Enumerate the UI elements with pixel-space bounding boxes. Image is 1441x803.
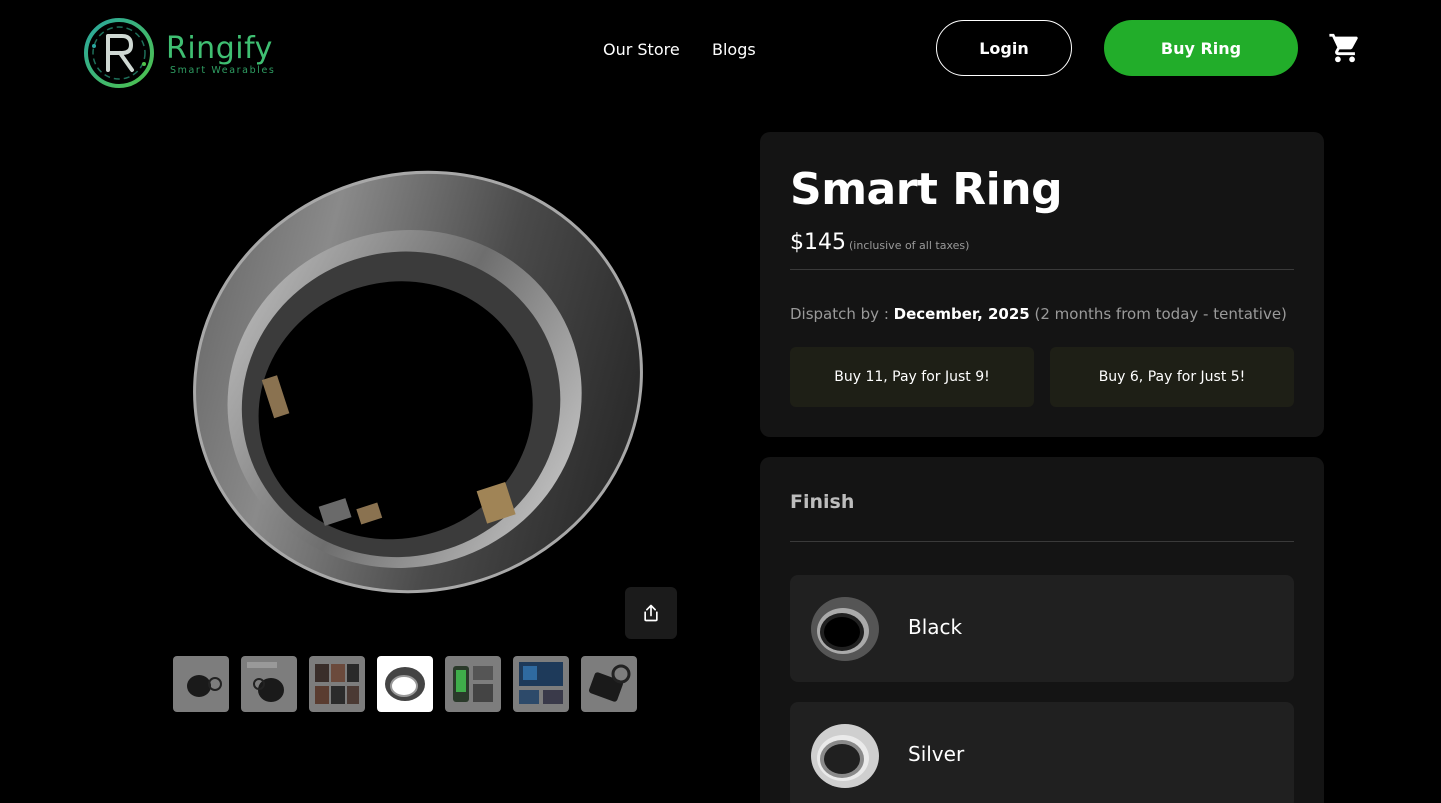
thumbnail-3[interactable]	[309, 656, 365, 712]
thumbnail-image	[453, 666, 493, 702]
finish-label-black: Black	[908, 615, 963, 639]
cart-icon[interactable]	[1328, 31, 1362, 65]
nav-blogs[interactable]: Blogs	[712, 40, 756, 59]
thumbnail-image	[315, 664, 359, 704]
offer-buy-6[interactable]: Buy 6, Pay for Just 5!	[1050, 347, 1294, 407]
brand-tagline: Smart Wearables	[170, 65, 276, 76]
silver-ring-swatch	[811, 724, 879, 788]
thumbnail-2[interactable]	[241, 656, 297, 712]
product-title: Smart Ring	[790, 164, 1063, 215]
divider	[790, 541, 1294, 542]
thumbnail-5[interactable]	[445, 656, 501, 712]
finish-option-black[interactable]: Black	[790, 575, 1294, 682]
thumbnail-6[interactable]	[513, 656, 569, 712]
login-button[interactable]: Login	[936, 20, 1072, 76]
product-main-image	[193, 170, 643, 594]
thumbnail-7[interactable]	[581, 656, 637, 712]
thumbnail-image	[385, 667, 425, 701]
thumbnail-1[interactable]	[173, 656, 229, 712]
share-icon	[644, 604, 658, 622]
divider	[790, 269, 1294, 270]
buy-ring-button[interactable]: Buy Ring	[1104, 20, 1298, 76]
finish-title: Finish	[790, 491, 855, 513]
finish-card: Finish Black Silver	[760, 457, 1324, 803]
brand-name: Ringify	[166, 31, 273, 66]
dispatch-info: Dispatch by : December, 2025 (2 months f…	[790, 305, 1287, 323]
offer-buy-11[interactable]: Buy 11, Pay for Just 9!	[790, 347, 1034, 407]
ringify-logo-icon	[84, 18, 154, 88]
thumbnail-strip	[173, 656, 637, 712]
dispatch-date: December, 2025	[893, 305, 1030, 323]
product-info-card: Smart Ring $145 (inclusive of all taxes)…	[760, 132, 1324, 437]
thumbnail-image	[187, 675, 222, 697]
share-button[interactable]	[625, 587, 677, 639]
brand-logo[interactable]: Ringify Smart Wearables	[82, 16, 275, 90]
thumbnail-image	[247, 662, 284, 702]
thumbnail-image	[519, 662, 563, 704]
finish-option-silver[interactable]: Silver	[790, 702, 1294, 803]
black-ring-swatch	[811, 597, 879, 661]
product-price: $145	[790, 230, 846, 255]
tax-note: (inclusive of all taxes)	[849, 239, 970, 252]
finish-label-silver: Silver	[908, 742, 965, 766]
thumbnail-image	[588, 664, 631, 702]
dispatch-label: Dispatch by :	[790, 305, 894, 323]
dispatch-note: (2 months from today - tentative)	[1029, 305, 1287, 323]
thumbnail-4[interactable]	[377, 656, 433, 712]
nav-our-store[interactable]: Our Store	[603, 40, 680, 59]
